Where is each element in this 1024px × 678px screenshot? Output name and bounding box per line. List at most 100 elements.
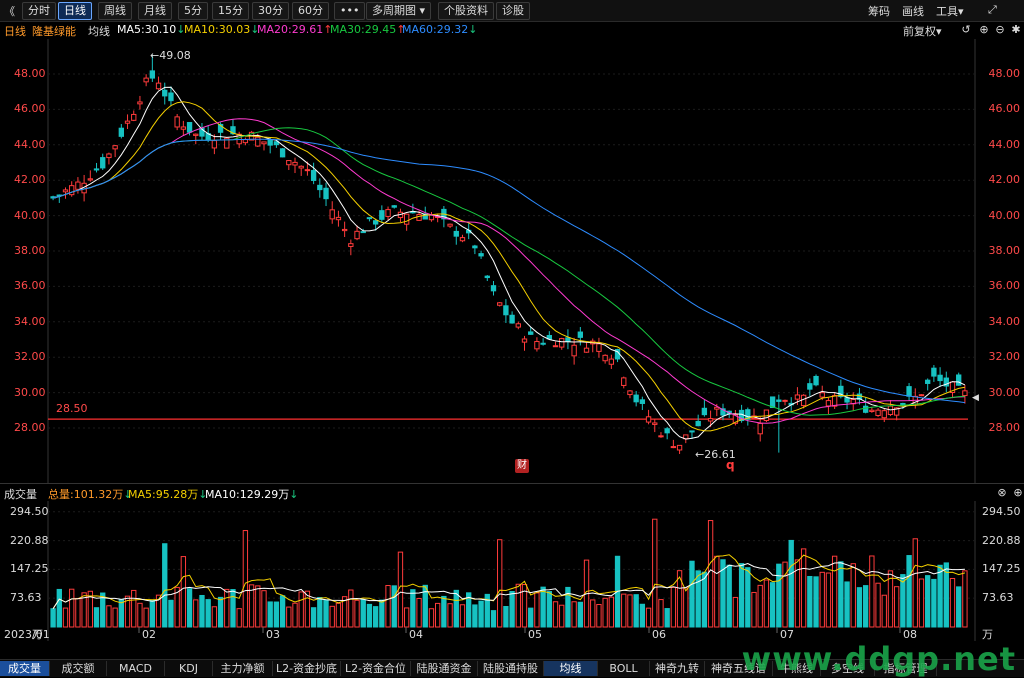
- high-price-value: 49.08: [159, 49, 191, 62]
- indicator-tab[interactable]: 陆股通资金: [411, 661, 478, 676]
- more-periods-button[interactable]: •••: [334, 2, 366, 20]
- price-tick-right: 32.00: [988, 350, 1021, 364]
- indicator-tab[interactable]: 成交额: [50, 661, 107, 676]
- reset-icon[interactable]: ↺: [960, 24, 972, 36]
- indicator-tab[interactable]: L2-资金合位: [341, 661, 411, 676]
- settings-icon[interactable]: ✱: [1010, 24, 1022, 36]
- candle-body: [509, 314, 515, 324]
- indicator-tab[interactable]: 成交量: [0, 661, 50, 676]
- volume-bar: [360, 599, 366, 628]
- stock-name: 隆基绿能: [32, 25, 76, 38]
- expand-icon[interactable]: ⤢: [988, 3, 997, 17]
- stock-profile-button[interactable]: 个股资料: [438, 2, 494, 20]
- volume-bar: [658, 599, 664, 628]
- volume-bar: [317, 597, 323, 628]
- candle-body: [484, 275, 490, 279]
- add-indicator-icon[interactable]: ⊕: [1012, 487, 1024, 499]
- adjust-select[interactable]: 前复权▾: [903, 23, 942, 39]
- volume-bar: [534, 592, 540, 628]
- financial-report-badge[interactable]: 财: [515, 459, 529, 473]
- volume-bar: [255, 585, 261, 628]
- support-label: 28.50: [56, 402, 88, 415]
- indicator-tab[interactable]: MACD: [107, 661, 165, 676]
- indicator-tab[interactable]: L2-资金抄底: [273, 661, 341, 676]
- volume-bar: [906, 555, 912, 628]
- indicator-tab[interactable]: 均线: [544, 661, 598, 676]
- candle-body: [621, 377, 627, 386]
- volume-bar: [441, 595, 447, 628]
- price-tick-right: 48.00: [988, 67, 1021, 80]
- period-tab-daily[interactable]: 日线: [58, 2, 92, 20]
- avg-label[interactable]: 均线: [88, 23, 110, 39]
- volume-bar: [261, 590, 267, 628]
- candle-body: [385, 209, 391, 217]
- indicator-tab[interactable]: 陆股通持股: [478, 661, 544, 676]
- indicator-tab[interactable]: KDJ: [165, 661, 213, 676]
- indicator-tab[interactable]: 神奇九转: [650, 661, 705, 676]
- volume-bar: [137, 602, 143, 628]
- price-tick-right: 28.00: [988, 421, 1021, 434]
- price-tick-left: 34.00: [14, 314, 46, 328]
- period-tab-15min[interactable]: 15分: [212, 2, 249, 20]
- volume-tick-right: 294.50: [982, 504, 1021, 518]
- close-indicator-icon[interactable]: ⊗: [996, 487, 1008, 499]
- volume-bar: [453, 589, 459, 628]
- candle-body: [776, 399, 782, 402]
- volume-bar: [763, 579, 770, 628]
- month-label: 03: [266, 628, 280, 641]
- volume-bar: [633, 594, 639, 628]
- period-tab-1[interactable]: 分时: [22, 2, 56, 20]
- current-price-pointer-icon: ◀: [972, 393, 979, 403]
- candle-body: [881, 410, 887, 419]
- month-label: 02: [142, 628, 156, 641]
- volume-bar: [856, 587, 863, 628]
- volume-title[interactable]: 成交量: [4, 486, 37, 502]
- draw-line-button[interactable]: 画线: [902, 3, 924, 19]
- ma10-line: [52, 101, 965, 432]
- period-tab-30min[interactable]: 30分: [252, 2, 289, 20]
- volume-bar: [738, 563, 745, 628]
- zoom-out-icon[interactable]: ⊖: [994, 24, 1006, 36]
- volume-bar: [56, 588, 62, 628]
- price-chart[interactable]: [0, 39, 1024, 483]
- period-tab-5min[interactable]: 5分: [178, 2, 208, 20]
- volume-bar: [745, 567, 751, 628]
- volume-bar: [962, 570, 968, 628]
- volume-bar: [621, 593, 627, 628]
- candle-body: [261, 141, 267, 145]
- price-tick-right: 30.00: [988, 385, 1021, 399]
- indicator-tab[interactable]: BOLL: [598, 661, 650, 676]
- back-icon[interactable]: 《: [4, 3, 15, 19]
- price-tick-right: 42.00: [988, 173, 1021, 187]
- chips-button[interactable]: 筹码: [868, 3, 890, 19]
- candle-body: [286, 160, 292, 166]
- candle-body: [490, 285, 497, 292]
- period-tab-weekly[interactable]: 周线: [98, 2, 132, 20]
- candle-body: [273, 141, 280, 146]
- q-badge[interactable]: q: [726, 458, 735, 472]
- volume-bar: [478, 600, 484, 628]
- candle-body: [193, 133, 199, 136]
- volume-bar: [757, 584, 763, 628]
- volume-bar: [143, 607, 149, 628]
- volume-chart[interactable]: [0, 501, 1024, 641]
- period-tab-monthly[interactable]: 月线: [138, 2, 172, 20]
- candle-body: [75, 181, 81, 190]
- ma5-line: [52, 86, 966, 440]
- volume-bar: [769, 582, 776, 628]
- volume-bar: [949, 577, 956, 628]
- multi-period-button[interactable]: 多周期图 ▾: [366, 2, 432, 20]
- candle-body: [310, 170, 317, 181]
- volume-bar: [726, 564, 732, 628]
- volume-bar: [292, 602, 298, 628]
- indicator-tab[interactable]: 主力净额: [213, 661, 273, 676]
- volume-bar: [956, 586, 962, 628]
- candle-body: [633, 394, 639, 403]
- period-tab-60min[interactable]: 60分: [292, 2, 329, 20]
- caret-down-icon: ▾: [958, 5, 964, 18]
- tools-button[interactable]: 工具▾: [936, 3, 964, 19]
- zoom-in-icon[interactable]: ⊕: [978, 24, 990, 36]
- diagnose-button[interactable]: 诊股: [496, 2, 530, 20]
- price-tick-left: 40.00: [14, 208, 46, 222]
- ma60-line: [52, 138, 965, 404]
